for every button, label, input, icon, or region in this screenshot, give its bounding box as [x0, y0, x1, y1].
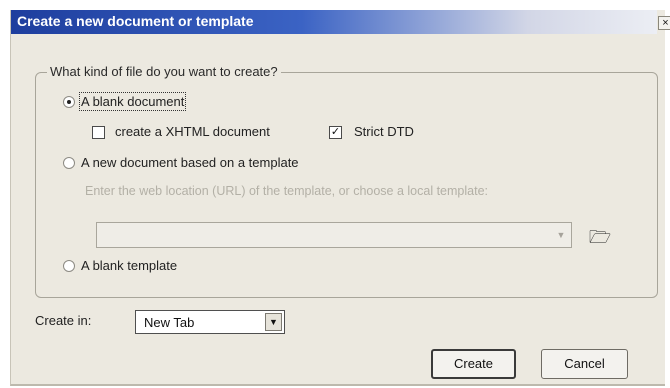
checkbox-strict-dtd-label[interactable]: Strict DTD: [354, 124, 414, 139]
checkbox-strict-dtd[interactable]: ✓: [329, 126, 342, 139]
open-folder-icon: 🗁: [588, 227, 612, 247]
create-document-dialog: Create a new document or template × What…: [10, 10, 670, 386]
radio-from-template[interactable]: [63, 157, 75, 169]
cancel-button[interactable]: Cancel: [541, 349, 628, 379]
chevron-down-icon: ▼: [556, 230, 566, 240]
radio-from-template-label[interactable]: A new document based on a template: [81, 155, 299, 170]
checkbox-xhtml[interactable]: [92, 126, 105, 139]
create-in-value: New Tab: [144, 315, 195, 330]
radio-blank-template-label[interactable]: A blank template: [81, 258, 177, 273]
create-in-label: Create in:: [35, 313, 92, 328]
dialog-title: Create a new document or template: [17, 13, 254, 29]
group-label: What kind of file do you want to create?: [47, 64, 281, 79]
checkmark-icon: ✓: [330, 126, 341, 138]
close-button[interactable]: ×: [658, 16, 670, 30]
template-hint: Enter the web location (URL) of the temp…: [85, 184, 488, 198]
template-url-combobox[interactable]: ▼: [96, 222, 572, 248]
radio-blank-document[interactable]: [63, 96, 75, 108]
radio-blank-document-label[interactable]: A blank document: [78, 92, 187, 111]
create-button[interactable]: Create: [431, 349, 516, 379]
close-icon: ×: [662, 17, 669, 29]
title-bar[interactable]: Create a new document or template: [11, 10, 657, 34]
checkbox-xhtml-label[interactable]: create a XHTML document: [115, 124, 270, 139]
chevron-down-icon[interactable]: ▼: [265, 313, 282, 331]
radio-blank-template[interactable]: [63, 260, 75, 272]
browse-template-button[interactable]: 🗁: [587, 226, 613, 248]
create-in-select[interactable]: New Tab ▼: [135, 310, 285, 334]
